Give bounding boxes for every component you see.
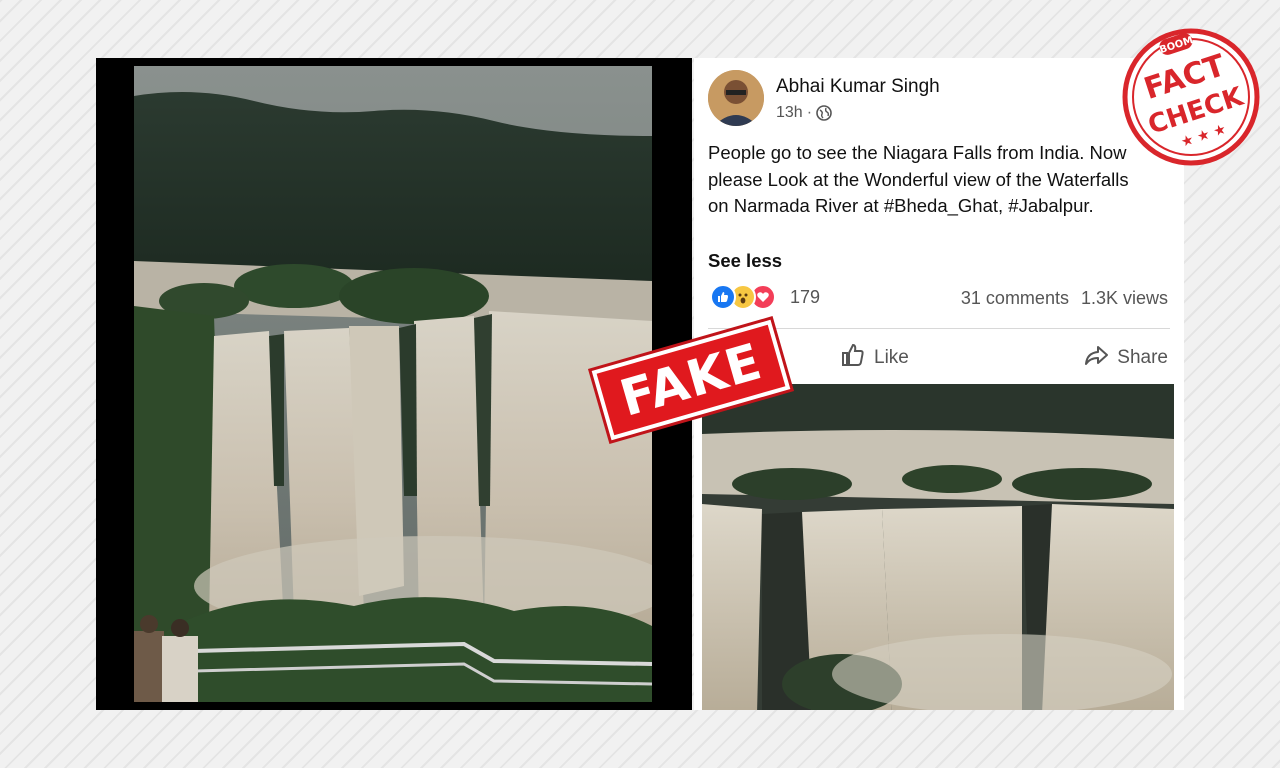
see-less-link[interactable]: See less	[708, 250, 782, 272]
meta-separator: ·	[806, 104, 813, 121]
avatar[interactable]	[708, 70, 764, 126]
post-text: People go to see the Niagara Falls from …	[708, 142, 1129, 216]
reaction-count: 179	[790, 286, 821, 307]
thumbs-up-icon	[840, 342, 866, 374]
avatar-image	[708, 70, 764, 126]
share-arrow-icon	[1083, 342, 1109, 374]
fact-check-badge: BOOM FACT CHECK ★ ★ ★	[1118, 24, 1264, 170]
waterfall-image	[134, 66, 652, 702]
like-button[interactable]: Like	[840, 342, 909, 374]
share-label: Share	[1117, 347, 1168, 368]
like-reaction-icon	[710, 284, 736, 310]
reactions-summary[interactable]: 179	[710, 284, 820, 310]
like-label: Like	[874, 347, 909, 368]
post-video-thumbnail[interactable]	[702, 384, 1174, 710]
divider	[708, 328, 1170, 329]
globe-icon[interactable]	[816, 105, 832, 121]
engagement-counts: 31 comments 1.3K views	[961, 288, 1168, 309]
post-meta: 13h ·	[776, 104, 832, 122]
waterfall-video-frame[interactable]	[134, 66, 652, 702]
views-count: 1.3K views	[1080, 288, 1168, 308]
waterfall-thumbnail-image	[702, 384, 1174, 710]
post-time[interactable]: 13h	[776, 104, 803, 122]
share-button[interactable]: Share	[1083, 342, 1168, 374]
author-name[interactable]: Abhai Kumar Singh	[776, 76, 940, 98]
comments-count[interactable]: 31 comments	[961, 288, 1069, 309]
